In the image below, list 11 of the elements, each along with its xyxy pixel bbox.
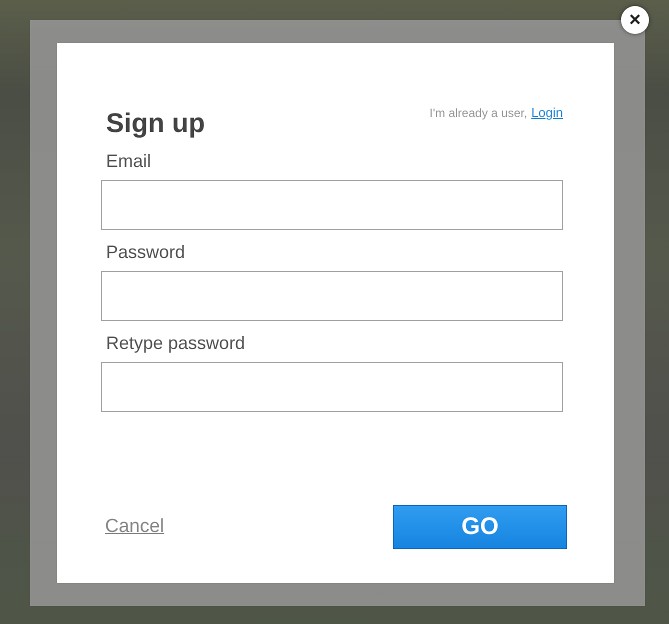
field-label: Email	[106, 151, 152, 172]
dialog-title: Sign up	[106, 108, 205, 139]
login-prompt: I'm already a user,	[430, 106, 528, 120]
input-field[interactable]	[101, 362, 563, 412]
input-field[interactable]	[101, 180, 563, 230]
field-label: Password	[106, 242, 186, 263]
login-link[interactable]: Login	[531, 105, 563, 120]
input-field[interactable]	[101, 271, 563, 321]
cancel-link[interactable]: Cancel	[105, 516, 164, 538]
go-button[interactable]: GO	[393, 505, 567, 549]
field-label: Retype password	[106, 333, 246, 354]
